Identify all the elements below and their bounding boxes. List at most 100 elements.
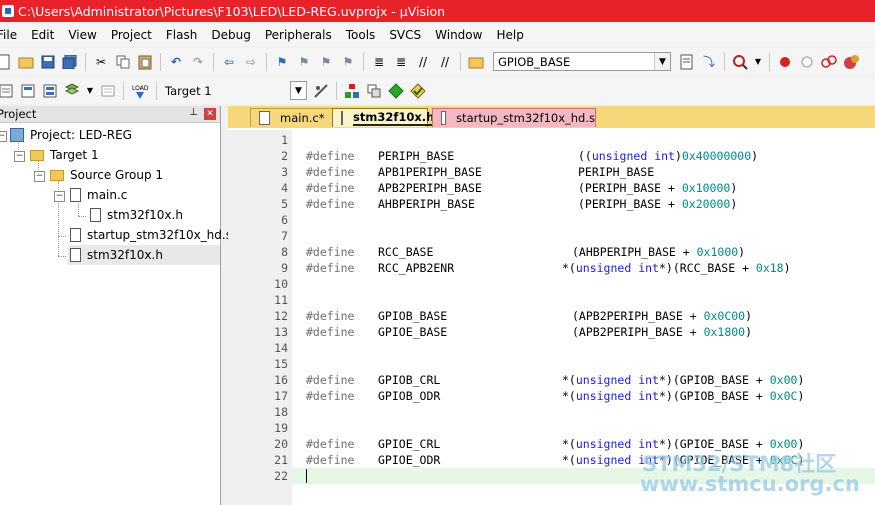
code-line[interactable]: #define APB1PERIPH_BASE PERIPH_BASE (292, 164, 875, 180)
navigate-forward-icon[interactable]: ⇨ (243, 54, 259, 70)
menu-view[interactable]: View (61, 28, 103, 42)
redo-icon[interactable]: ↷ (190, 54, 206, 70)
kill-breakpoints-icon[interactable] (821, 54, 837, 70)
macro-name: GPIOB_BASE (378, 309, 448, 323)
bookmark-icon[interactable]: ⚑ (274, 54, 290, 70)
download-load-icon[interactable]: LOAD (131, 83, 149, 99)
macro-value: (PERIPH_BASE + 0x20000) (578, 197, 738, 211)
toolbar-separator (213, 52, 214, 71)
menu-edit[interactable]: Edit (24, 28, 61, 42)
incremental-find-icon[interactable] (679, 54, 695, 70)
menu-project[interactable]: Project (104, 28, 159, 42)
find-combo[interactable]: GPIOB_BASE ▼ (493, 52, 671, 71)
menu-file[interactable]: File (0, 28, 24, 42)
copy-icon[interactable] (115, 54, 131, 70)
dropdown-arrow-icon[interactable]: ▼ (86, 83, 94, 99)
translate-icon[interactable] (0, 83, 14, 99)
batch-build-icon[interactable] (64, 82, 80, 99)
code-line[interactable] (292, 340, 875, 356)
tree-collapse-toggle[interactable]: − (0, 131, 7, 142)
tree-collapse-toggle[interactable]: − (14, 151, 25, 162)
prev-bookmark-icon[interactable]: ⚑ (296, 54, 312, 70)
menu-debug[interactable]: Debug (204, 28, 257, 42)
dropdown-arrow-icon[interactable]: ▼ (754, 54, 762, 70)
tree-collapse-toggle[interactable]: − (54, 191, 65, 202)
new-file-icon[interactable] (0, 54, 12, 70)
menu-help[interactable]: Help (489, 28, 530, 42)
code-line[interactable]: #define GPIOB_BASE (APB2PERIPH_BASE + 0x0C… (292, 308, 875, 324)
tree-collapse-toggle[interactable]: − (34, 171, 45, 182)
comment-icon[interactable]: // (415, 54, 431, 70)
code-line[interactable] (292, 404, 875, 420)
configure-icon[interactable] (843, 54, 859, 70)
save-all-icon[interactable] (62, 54, 78, 70)
keyword: unsigned (575, 261, 632, 275)
open-folder-icon[interactable] (18, 54, 34, 70)
save-icon[interactable] (40, 54, 56, 70)
pack-installer-icon[interactable] (410, 82, 426, 99)
target-options-icon[interactable] (313, 83, 329, 99)
rebuild-icon[interactable] (42, 83, 58, 99)
navigate-back-icon[interactable]: ⇦ (221, 54, 237, 70)
paste-icon[interactable] (137, 54, 153, 70)
debug-session-icon[interactable] (732, 54, 748, 70)
find-icon[interactable]: ⤵ (701, 54, 717, 70)
cut-icon[interactable]: ✂ (93, 54, 109, 70)
code-line[interactable] (292, 276, 875, 292)
code-line[interactable] (292, 212, 875, 228)
code-line[interactable] (292, 420, 875, 436)
code-line[interactable]: #define GPIOB_CRL *(unsigned int*)(GPIOB_B… (292, 372, 875, 388)
code-line[interactable]: #define GPIOB_ODR *(unsigned int*)(GPIOB_B… (292, 388, 875, 404)
code-line[interactable] (292, 292, 875, 308)
code-line[interactable] (292, 132, 875, 148)
menu-peripherals[interactable]: Peripherals (258, 28, 339, 42)
find-in-files-icon[interactable] (468, 54, 484, 70)
undo-icon[interactable]: ↶ (168, 54, 184, 70)
pin-icon[interactable]: ⊥ (189, 107, 198, 118)
tree-item-main-c[interactable]: main.c (70, 185, 127, 205)
tab-startup-s[interactable]: startup_stm32f10x_hd.s (432, 108, 596, 127)
menu-svcs[interactable]: SVCS (382, 28, 428, 42)
line-number: 13 (274, 325, 288, 339)
next-bookmark-icon[interactable]: ⚑ (318, 54, 334, 70)
tree-line (58, 236, 66, 237)
stop-build-icon[interactable] (100, 83, 116, 99)
target-select[interactable]: Target 1 ▼ (161, 81, 307, 100)
disable-breakpoint-icon[interactable] (799, 54, 815, 70)
code-line[interactable] (292, 356, 875, 372)
manage-rte-icon[interactable] (388, 82, 404, 99)
manage-project-items-icon[interactable] (344, 83, 360, 99)
code-line[interactable]: #define APB2PERIPH_BASE (PERIPH_BASE + 0x1… (292, 180, 875, 196)
code-line[interactable]: #define AHBPERIPH_BASE (PERIPH_BASE + 0x20… (292, 196, 875, 212)
menu-window[interactable]: Window (428, 28, 489, 42)
macro-name: APB1PERIPH_BASE (378, 165, 482, 179)
code-line[interactable] (292, 228, 875, 244)
tree-item-header-file[interactable]: stm32f10x.h (68, 245, 220, 265)
project-panel-header: Project ⊥ ✕ (0, 106, 220, 123)
select-packs-icon[interactable] (366, 83, 382, 99)
menu-flash[interactable]: Flash (159, 28, 204, 42)
code-line[interactable]: #define RCC_APB2ENR *(unsigned int*)(RCC_B… (292, 260, 875, 276)
build-icon[interactable] (20, 83, 36, 99)
tree-item-include-header[interactable]: stm32f10x.h (90, 205, 183, 225)
indent-icon[interactable]: ≣ (371, 54, 387, 70)
tree-item-target[interactable]: Target 1 (30, 145, 99, 165)
tree-item-source-group[interactable]: Source Group 1 (50, 165, 163, 185)
clear-bookmarks-icon[interactable]: ⚑ (340, 54, 356, 70)
close-icon[interactable]: ✕ (204, 108, 216, 120)
code-line[interactable]: #define RCC_BASE (AHBPERIPH_BASE + 0x1000) (292, 244, 875, 260)
menu-tools[interactable]: Tools (339, 28, 383, 42)
code-line[interactable]: #define PERIPH_BASE ((unsigned int)0x40000… (292, 148, 875, 164)
tree-item-startup-file[interactable]: startup_stm32f10x_hd.s (70, 225, 232, 245)
tree-item-label: startup_stm32f10x_hd.s (87, 228, 232, 242)
hex-literal: 0x1000 (696, 245, 739, 259)
tree-item-label: stm32f10x.h (107, 208, 183, 222)
uncomment-icon[interactable]: // (437, 54, 453, 70)
chevron-down-icon[interactable]: ▼ (654, 53, 670, 70)
code-line[interactable]: #define GPIOE_BASE (APB2PERIPH_BASE + 0x18… (292, 324, 875, 340)
chevron-down-icon[interactable]: ▼ (290, 81, 307, 100)
insert-breakpoint-icon[interactable] (777, 54, 793, 70)
tree-item-project[interactable]: Project: LED-REG (10, 125, 132, 145)
tab-stm32f10x-h[interactable]: stm32f10x.h (332, 108, 435, 127)
unindent-icon[interactable]: ≣ (393, 54, 409, 70)
